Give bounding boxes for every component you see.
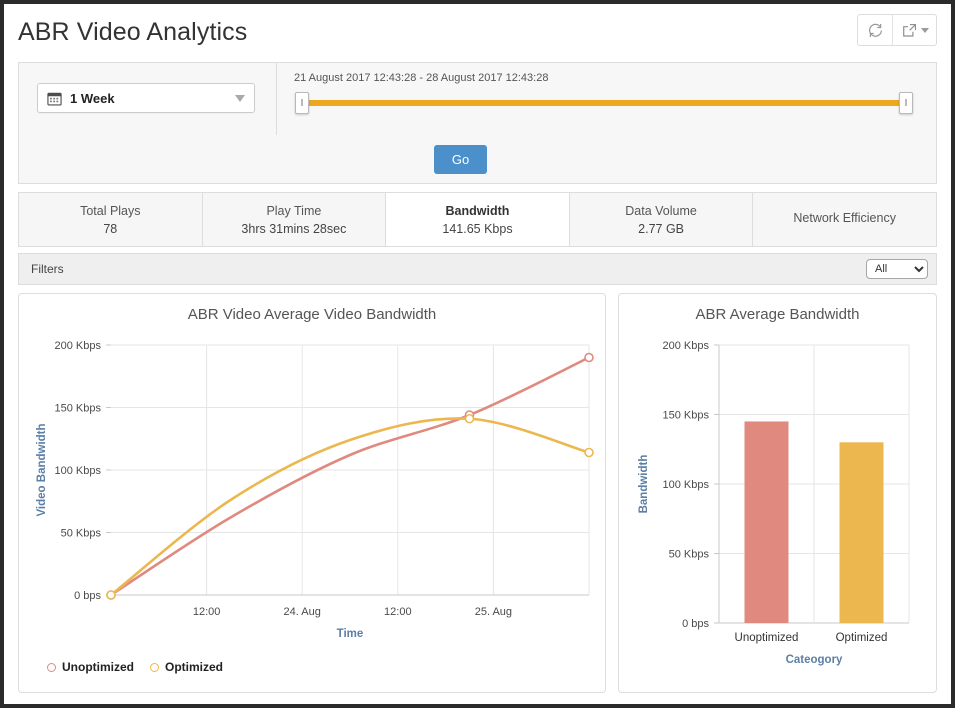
svg-text:24. Aug: 24. Aug xyxy=(284,606,321,618)
metric-label: Network Efficiency xyxy=(793,210,896,225)
bar-chart-card: ABR Average Bandwidth 0 bps 50 Kbps 100 Kb… xyxy=(618,293,937,693)
legend-item-optimized[interactable]: Optimized xyxy=(150,660,223,674)
metric-value: 3hrs 31mins 28sec xyxy=(241,221,347,236)
export-icon xyxy=(902,23,916,37)
date-range-text: 21 August 2017 12:43:28 - 28 August 2017… xyxy=(294,72,549,84)
filter-select[interactable]: All xyxy=(866,259,928,279)
time-range-dropdown[interactable]: 1 Week xyxy=(37,83,255,113)
page-header: ABR Video Analytics xyxy=(4,4,951,58)
legend-marker xyxy=(47,662,56,672)
refresh-icon[interactable] xyxy=(858,15,892,45)
metric-value: 141.65 Kbps xyxy=(442,221,513,236)
chevron-down-icon xyxy=(920,27,929,33)
filters-bar: Filters All xyxy=(18,253,937,285)
svg-text:12:00: 12:00 xyxy=(193,606,221,618)
slider-handle-start[interactable]: I xyxy=(295,92,309,114)
svg-text:Cateogory: Cateogory xyxy=(786,654,843,666)
metric-label: Data Volume xyxy=(625,203,697,218)
metric-label: Total Plays xyxy=(80,203,141,218)
svg-text:Unoptimized: Unoptimized xyxy=(735,632,799,644)
abr-video-analytics-page: ABR Video Analytics 1 Week 21 August 201… xyxy=(0,0,955,708)
svg-text:25. Aug: 25. Aug xyxy=(475,606,512,618)
svg-text:150 Kbps: 150 Kbps xyxy=(55,403,102,415)
date-range-area: 21 August 2017 12:43:28 - 28 August 2017… xyxy=(277,63,936,135)
svg-text:200 Kbps: 200 Kbps xyxy=(663,340,710,352)
svg-text:100 Kbps: 100 Kbps xyxy=(663,479,710,491)
charts-row: ABR Video Average Video Bandwidth 0 bps 5… xyxy=(18,293,937,693)
header-actions xyxy=(857,14,937,46)
svg-text:150 Kbps: 150 Kbps xyxy=(663,410,710,422)
bar-chart-plot: 0 bps 50 Kbps 100 Kbps 150 Kbps 200 Kbps Unop… xyxy=(638,340,910,666)
svg-text:Optimized: Optimized xyxy=(836,632,888,644)
go-button[interactable]: Go xyxy=(433,144,488,174)
svg-text:0 bps: 0 bps xyxy=(682,618,709,630)
legend-label: Optimized xyxy=(165,660,224,674)
tab-network-efficiency[interactable]: Network Efficiency xyxy=(753,193,936,246)
svg-text:Video Bandwidth: Video Bandwidth xyxy=(36,423,48,516)
svg-text:100 Kbps: 100 Kbps xyxy=(55,465,102,477)
metric-label: Bandwidth xyxy=(445,203,510,218)
control-panel-top: 1 Week 21 August 2017 12:43:28 - 28 Augu… xyxy=(19,63,936,135)
tab-play-time[interactable]: Play Time 3hrs 31mins 28sec xyxy=(203,193,387,246)
metric-value: 78 xyxy=(103,221,118,236)
svg-text:0 bps: 0 bps xyxy=(74,590,101,602)
svg-text:Bandwidth: Bandwidth xyxy=(638,455,650,514)
legend-label: Unoptimized xyxy=(62,660,134,674)
control-panel: 1 Week 21 August 2017 12:43:28 - 28 Augu… xyxy=(18,62,937,184)
tab-data-volume[interactable]: Data Volume 2.77 GB xyxy=(570,193,754,246)
svg-text:50 Kbps: 50 Kbps xyxy=(669,549,710,561)
date-range-slider[interactable]: I I xyxy=(295,92,913,114)
legend-marker xyxy=(150,662,159,672)
line-chart-card: ABR Video Average Video Bandwidth 0 bps 5… xyxy=(18,293,606,693)
range-select-area: 1 Week xyxy=(19,63,277,135)
line-chart-plot: 0 bps 50 Kbps 100 Kbps 150 Kbps 200 Kbps 12:0… xyxy=(36,340,594,640)
slider-track xyxy=(303,100,905,106)
calendar-icon xyxy=(47,92,62,105)
export-button[interactable] xyxy=(892,15,936,45)
svg-text:200 Kbps: 200 Kbps xyxy=(55,340,102,352)
metric-value: 2.77 GB xyxy=(638,221,685,236)
line-chart-legend: Unoptimized Optimized xyxy=(47,660,223,674)
slider-handle-end[interactable]: I xyxy=(899,92,913,114)
chevron-down-icon xyxy=(235,94,245,102)
line-chart-title: ABR Video Average Video Bandwidth xyxy=(187,306,437,323)
time-range-label: 1 Week xyxy=(70,90,115,106)
tab-total-plays[interactable]: Total Plays 78 xyxy=(19,193,203,246)
metric-tabs: Total Plays 78 Play Time 3hrs 31mins 28s… xyxy=(18,192,937,247)
bar-chart-title: ABR Average Bandwidth xyxy=(695,306,860,323)
svg-text:Time: Time xyxy=(337,628,364,640)
svg-text:12:00: 12:00 xyxy=(384,606,412,618)
legend-item-unoptimized[interactable]: Unoptimized xyxy=(47,660,134,674)
filters-label: Filters xyxy=(31,262,64,276)
page-title: ABR Video Analytics xyxy=(18,18,248,46)
control-panel-bottom: Go xyxy=(19,135,936,183)
tab-bandwidth[interactable]: Bandwidth 141.65 Kbps xyxy=(386,193,570,246)
svg-text:50 Kbps: 50 Kbps xyxy=(61,528,102,540)
metric-label: Play Time xyxy=(266,203,322,218)
